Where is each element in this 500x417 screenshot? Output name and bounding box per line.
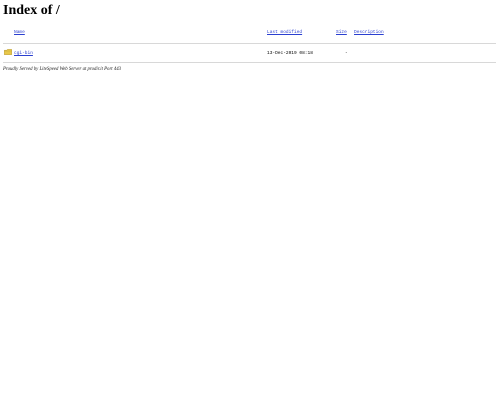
row-name-link[interactable]: cgi-bin (14, 51, 33, 57)
sort-by-description-link[interactable]: Description (354, 30, 384, 36)
footer-divider (3, 62, 496, 63)
sort-by-size-link[interactable]: Size (336, 30, 347, 36)
row-last-modified: 13-Dec-2019 08:18 (267, 51, 313, 56)
row-size: - (345, 51, 348, 56)
server-signature: Proudly Served by LiteSpeed Web Server a… (3, 67, 122, 72)
folder-icon (4, 49, 12, 55)
header-divider (3, 43, 496, 44)
sort-by-last-modified-link[interactable]: Last modified (267, 30, 302, 36)
sort-by-name-link[interactable]: Name (14, 30, 25, 36)
page-title: Index of / (3, 3, 60, 18)
